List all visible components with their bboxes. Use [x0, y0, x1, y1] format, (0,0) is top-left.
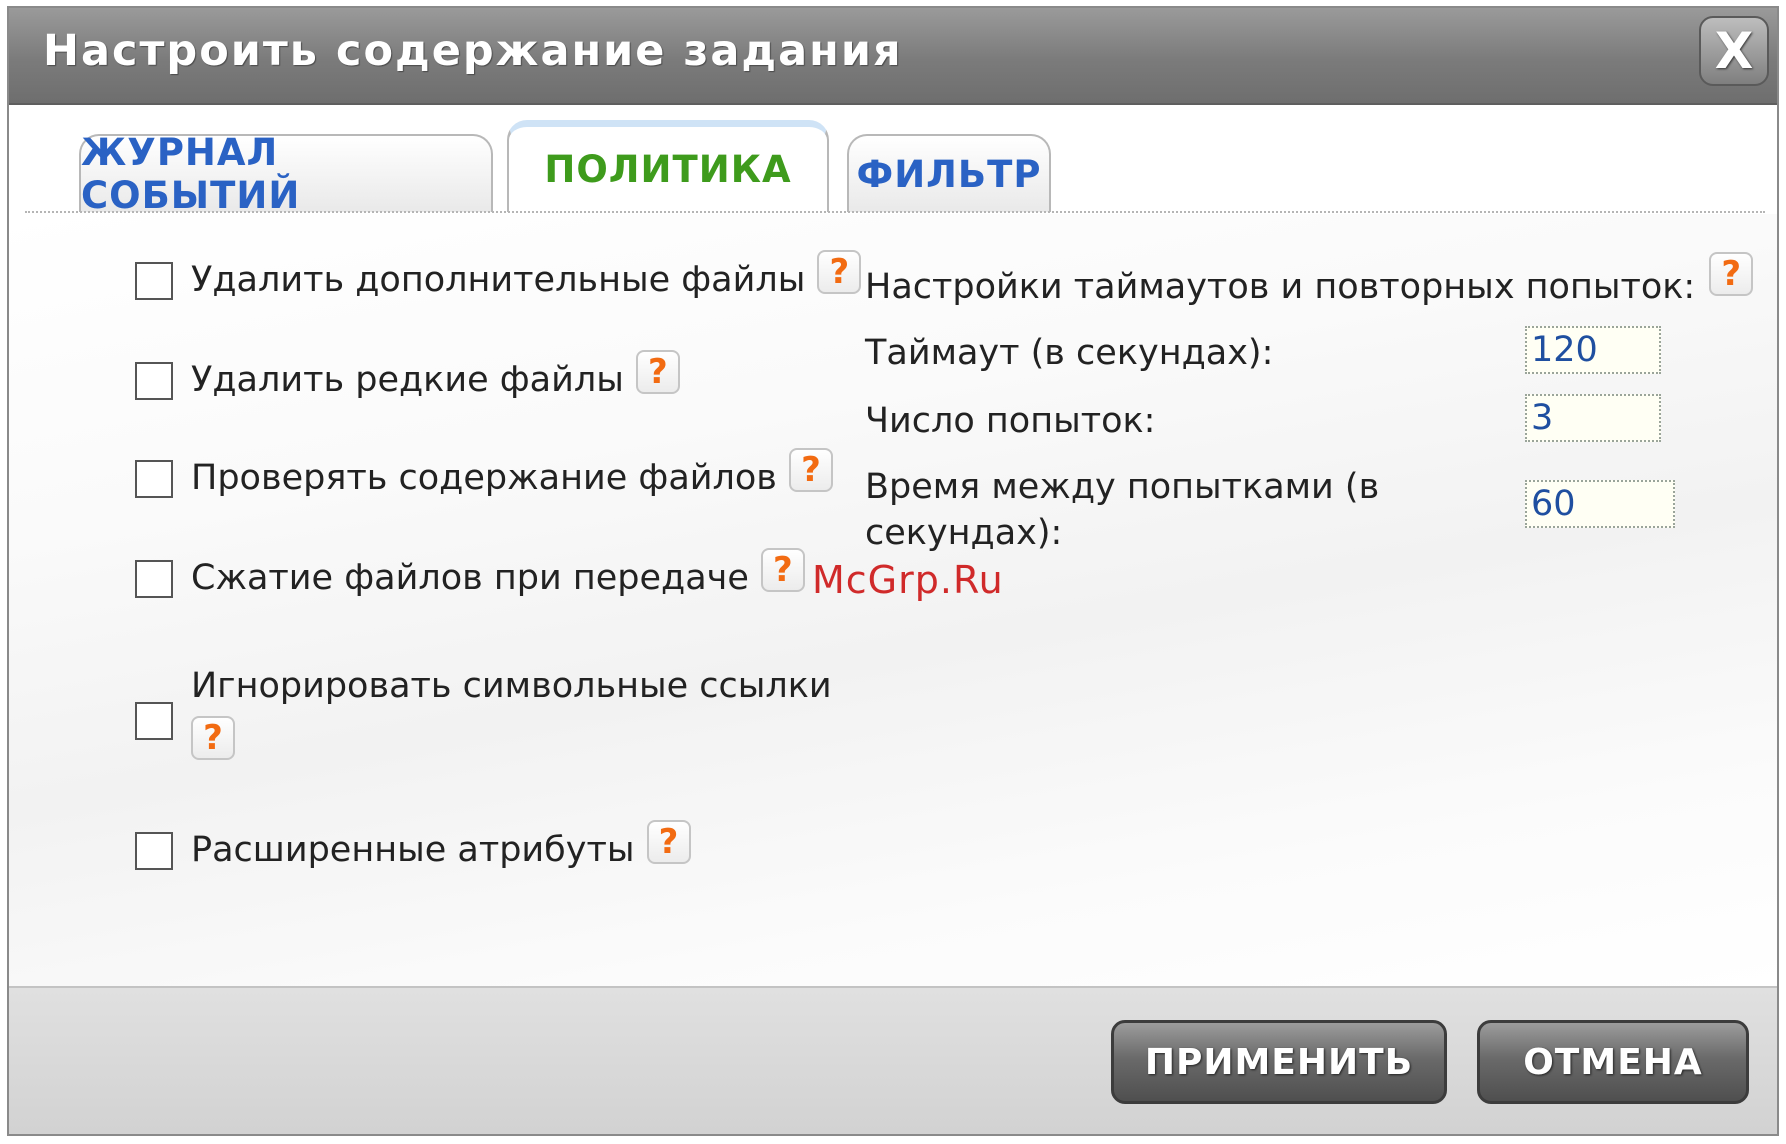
close-icon: X [1714, 22, 1754, 80]
option-ignore-symlinks: Игнорировать символьные ссылки ? [135, 666, 832, 760]
option-label: Проверять содержание файлов [191, 458, 777, 498]
help-icon[interactable]: ? [760, 548, 805, 592]
help-icon[interactable]: ? [788, 448, 833, 492]
help-icon[interactable]: ? [817, 250, 862, 294]
help-icon[interactable]: ? [646, 820, 691, 864]
checkbox-extended-attributes[interactable] [135, 832, 173, 870]
tab-event-log[interactable]: ЖУРНАЛ СОБЫТИЙ [79, 131, 493, 217]
close-button[interactable]: X [1699, 16, 1769, 86]
option-compress-transfer: Сжатие файлов при передаче? [135, 548, 805, 602]
option-check-file-contents: Проверять содержание файлов? [135, 448, 833, 502]
checkbox-ignore-symlinks[interactable] [135, 702, 173, 740]
option-delete-sparse-files: Удалить редкие файлы? [135, 350, 680, 404]
option-label: Удалить дополнительные файлы [191, 260, 806, 300]
timeout-input[interactable] [1525, 326, 1661, 374]
timeouts-heading: Настройки таймаутов и повторных попыток:… [865, 252, 1754, 310]
option-label: Расширенные атрибуты [191, 830, 635, 870]
option-label: Игнорировать символьные ссылки [191, 666, 832, 706]
dialog-title: Настроить содержание задания [43, 26, 903, 76]
checkbox-delete-extra-files[interactable] [135, 262, 173, 300]
interval-label-line2: секундах): [865, 513, 1063, 553]
option-label: Удалить редкие файлы [191, 360, 624, 400]
dialog-footer: ПРИМЕНИТЬ ОТМЕНА [9, 986, 1777, 1134]
option-extended-attributes: Расширенные атрибуты? [135, 820, 691, 874]
tab-divider [25, 211, 1765, 213]
watermark: McGrp.Ru [812, 558, 1004, 602]
attempts-label: Число попыток: [865, 401, 1156, 441]
help-icon[interactable]: ? [1709, 252, 1754, 296]
interval-label-line1: Время между попытками (в [865, 467, 1380, 507]
help-icon[interactable]: ? [191, 716, 235, 760]
tab-policy[interactable]: ПОЛИТИКА [507, 120, 829, 212]
interval-input[interactable] [1525, 480, 1675, 528]
cancel-button[interactable]: ОТМЕНА [1477, 1020, 1749, 1104]
settings-dialog: Настроить содержание задания X ЖУРНАЛ СО… [7, 6, 1779, 1136]
checkbox-delete-sparse-files[interactable] [135, 362, 173, 400]
checkbox-compress-transfer[interactable] [135, 560, 173, 598]
title-bar: Настроить содержание задания X [9, 8, 1777, 105]
apply-button[interactable]: ПРИМЕНИТЬ [1111, 1020, 1447, 1104]
help-icon[interactable]: ? [635, 350, 680, 394]
timeout-label: Таймаут (в секундах): [865, 333, 1274, 373]
checkbox-check-file-contents[interactable] [135, 460, 173, 498]
attempts-input[interactable] [1525, 394, 1661, 442]
option-delete-extra-files: Удалить дополнительные файлы? [135, 250, 862, 304]
option-label: Сжатие файлов при передаче [191, 558, 749, 598]
tab-filter[interactable]: ФИЛЬТР [847, 134, 1051, 212]
